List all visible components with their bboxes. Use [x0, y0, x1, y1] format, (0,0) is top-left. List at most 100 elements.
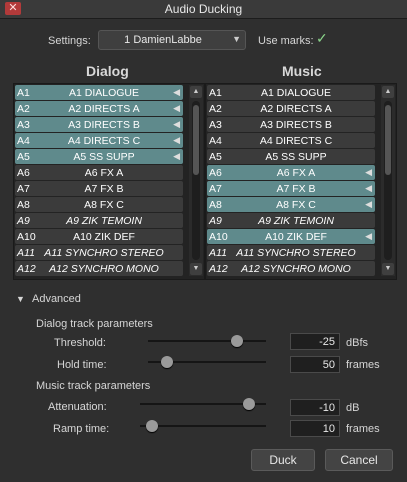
- track-id: A1: [17, 87, 30, 99]
- hold-time-label: Hold time:: [57, 359, 107, 371]
- track-name: A3 DIRECTS B: [68, 119, 140, 131]
- track-id: A11: [17, 247, 35, 259]
- track-id: A9: [17, 215, 30, 227]
- cancel-button[interactable]: Cancel: [325, 449, 393, 471]
- slider-knob[interactable]: [243, 398, 255, 410]
- track-row[interactable]: A3 A3 DIRECTS B ◀: [15, 117, 183, 132]
- ramp-time-field[interactable]: 10: [290, 420, 340, 437]
- speaker-icon: ◀: [365, 183, 372, 193]
- track-name: A1 DIALOGUE: [260, 87, 332, 99]
- speaker-icon: ◀: [173, 135, 180, 145]
- speaker-icon: ◀: [365, 167, 372, 177]
- scroll-up-icon[interactable]: ▲: [382, 86, 394, 98]
- track-name: A11 SYNCHRO STEREO: [236, 247, 356, 259]
- scroll-thumb[interactable]: [385, 105, 391, 175]
- track-row[interactable]: A9 A9 ZIK TEMOIN: [207, 213, 375, 228]
- settings-dropdown[interactable]: 1 DamienLabbe ▼: [98, 30, 246, 50]
- speaker-icon: ◀: [173, 87, 180, 97]
- track-row[interactable]: A12 A12 SYNCHRO MONO: [207, 261, 375, 276]
- scroll-up-icon[interactable]: ▲: [190, 86, 202, 98]
- scroll-thumb[interactable]: [193, 105, 199, 175]
- dialog-scrollbar[interactable]: ▲ ▼: [189, 85, 203, 276]
- title-bar: ✕ Audio Ducking: [0, 0, 407, 19]
- track-row[interactable]: A6 A6 FX A ◀: [207, 165, 375, 180]
- track-name: A5 SS SUPP: [73, 151, 135, 163]
- track-row[interactable]: A10 A10 ZIK DEF: [15, 229, 183, 244]
- music-scrollbar[interactable]: ▲ ▼: [381, 85, 395, 276]
- track-id: A3: [209, 119, 222, 131]
- track-row[interactable]: A2 A2 DIRECTS A: [207, 101, 375, 116]
- hold-time-slider[interactable]: [148, 354, 266, 370]
- ramp-time-slider[interactable]: [140, 418, 266, 434]
- track-row[interactable]: A1 A1 DIALOGUE: [207, 85, 375, 100]
- duck-button[interactable]: Duck: [251, 449, 315, 471]
- track-name: A1 DIALOGUE: [68, 87, 140, 99]
- threshold-field[interactable]: -25: [290, 333, 340, 350]
- dialog-track-rows: A1 A1 DIALOGUE ◀ A2 A2 DIRECTS A ◀ A3 A3 DIRECT…: [15, 85, 183, 277]
- scroll-down-icon[interactable]: ▼: [190, 263, 202, 275]
- track-name: A9 ZIK TEMOIN: [258, 215, 334, 227]
- hold-time-field[interactable]: 50: [290, 356, 340, 373]
- track-id: A11: [209, 247, 227, 259]
- track-name: A7 FX B: [276, 183, 316, 195]
- track-row[interactable]: A2 A2 DIRECTS A ◀: [15, 101, 183, 116]
- scroll-down-icon[interactable]: ▼: [382, 263, 394, 275]
- slider-knob[interactable]: [161, 356, 173, 368]
- track-row[interactable]: A8 A8 FX C ◀: [207, 197, 375, 212]
- track-row[interactable]: A5 A5 SS SUPP ◀: [15, 149, 183, 164]
- advanced-label: Advanced: [31, 293, 81, 305]
- window-title: Audio Ducking: [164, 2, 243, 16]
- attenuation-unit: dB: [346, 402, 360, 414]
- track-name: A12 SYNCHRO MONO: [49, 263, 159, 275]
- speaker-icon: ◀: [173, 119, 180, 129]
- track-row[interactable]: A4 A4 DIRECTS C: [207, 133, 375, 148]
- track-row[interactable]: A4 A4 DIRECTS C ◀: [15, 133, 183, 148]
- dialog-title: Dialog: [86, 63, 129, 79]
- music-track-list: A1 A1 DIALOGUE A2 A2 DIRECTS A A3 A3 DIRECTS …: [205, 83, 397, 280]
- track-name: A4 DIRECTS C: [259, 135, 333, 147]
- track-name: A6 FX A: [276, 167, 316, 179]
- track-row[interactable]: A7 A7 FX B ◀: [207, 181, 375, 196]
- settings-value: 1 DamienLabbe: [124, 34, 202, 46]
- track-name: A10 ZIK DEF: [73, 231, 135, 243]
- attenuation-field[interactable]: -10: [290, 399, 340, 416]
- track-row[interactable]: A12 A12 SYNCHRO MONO: [15, 261, 183, 276]
- track-id: A10: [209, 231, 228, 243]
- track-row[interactable]: A9 A9 ZIK TEMOIN: [15, 213, 183, 228]
- track-row[interactable]: A11 A11 SYNCHRO STEREO: [207, 245, 375, 260]
- track-row[interactable]: A6 A6 FX A: [15, 165, 183, 180]
- threshold-label: Threshold:: [54, 337, 106, 349]
- track-row[interactable]: A5 A5 SS SUPP: [207, 149, 375, 164]
- track-id: A2: [17, 103, 30, 115]
- track-row[interactable]: A1 A1 DIALOGUE ◀: [15, 85, 183, 100]
- attenuation-slider[interactable]: [140, 396, 266, 412]
- ramp-time-label: Ramp time:: [53, 423, 110, 435]
- track-id: A12: [17, 263, 36, 275]
- track-row[interactable]: A3 A3 DIRECTS B: [207, 117, 375, 132]
- track-name: A5 SS SUPP: [265, 151, 327, 163]
- hold-time-unit: frames: [346, 359, 380, 371]
- slider-knob[interactable]: [231, 335, 243, 347]
- track-name: A2 DIRECTS A: [68, 103, 140, 115]
- track-name: A7 FX B: [84, 183, 124, 195]
- speaker-icon: ◀: [365, 231, 372, 241]
- track-row[interactable]: A7 A7 FX B: [15, 181, 183, 196]
- speaker-icon: ◀: [173, 103, 180, 113]
- track-row[interactable]: A10 A10 ZIK DEF ◀: [207, 229, 375, 244]
- track-name: A9 ZIK TEMOIN: [66, 215, 142, 227]
- track-id: A6: [17, 167, 30, 179]
- music-title: Music: [282, 63, 322, 79]
- track-name: A8 FX C: [276, 199, 316, 211]
- track-id: A7: [17, 183, 30, 195]
- threshold-unit: dBfs: [346, 337, 369, 349]
- track-row[interactable]: A11 A11 SYNCHRO STEREO: [15, 245, 183, 260]
- track-id: A4: [209, 135, 222, 147]
- track-row[interactable]: A8 A8 FX C: [15, 197, 183, 212]
- use-marks-checkbox[interactable]: ✓: [316, 31, 330, 45]
- threshold-slider[interactable]: [148, 333, 266, 349]
- slider-knob[interactable]: [146, 420, 158, 432]
- advanced-disclosure[interactable]: ▼ Advanced: [16, 293, 81, 305]
- track-id: A8: [17, 199, 30, 211]
- music-track-rows: A1 A1 DIALOGUE A2 A2 DIRECTS A A3 A3 DIRECTS …: [207, 85, 375, 277]
- track-id: A5: [17, 151, 30, 163]
